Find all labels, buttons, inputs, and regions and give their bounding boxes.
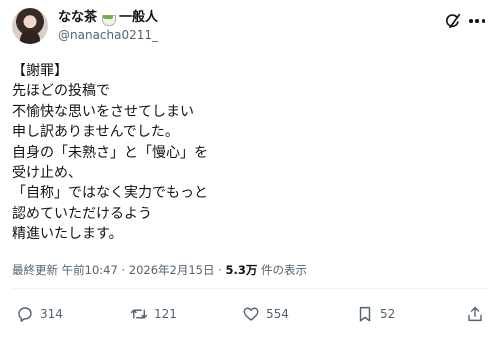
tweet-date[interactable]: 2026年2月15日	[129, 263, 215, 277]
avatar[interactable]	[12, 8, 48, 44]
grok-icon[interactable]	[444, 12, 462, 30]
tweet-line: 【謝罪】	[12, 63, 68, 79]
tweet-line: 不愉快な思いをさせてしまい	[12, 103, 194, 120]
repost-icon	[130, 309, 148, 319]
bookmark-button[interactable]: 52	[356, 305, 395, 323]
tweet-line: 自身の「未熟さ」と「慢心」を	[12, 144, 208, 161]
tweet-line: 申し訳ありませんでした。	[12, 124, 179, 141]
tweet-time[interactable]: 午前10:47	[62, 263, 118, 277]
display-name-suffix: 一般人	[119, 10, 159, 25]
share-icon	[468, 306, 482, 322]
action-bar: 314 121 554 52	[16, 305, 484, 325]
author-info: なな茶 一般人 @nanacha0211_	[58, 9, 158, 43]
views-label: 件の表示	[261, 263, 307, 277]
green-tea-icon	[101, 12, 117, 26]
edited-label: 最終更新	[12, 263, 58, 277]
display-name-text: なな茶	[58, 10, 98, 25]
reply-count: 314	[40, 307, 63, 321]
views-count: 5.3万	[225, 263, 258, 277]
more-icon[interactable]	[468, 12, 486, 30]
repost-button[interactable]: 121	[130, 305, 177, 323]
handle[interactable]: @nanacha0211_	[58, 27, 158, 43]
bookmark-icon	[359, 306, 371, 322]
repost-count: 121	[154, 307, 177, 321]
tweet-header: なな茶 一般人 @nanacha0211_	[12, 8, 488, 48]
tweet-line: 認めていただけるよう	[12, 205, 152, 222]
like-count: 554	[266, 307, 289, 321]
tweet-line: 精進いたします。	[12, 226, 123, 243]
tweet-line: 先ほどの投稿で	[12, 83, 110, 100]
tweet-meta: 最終更新 午前10:47 · 2026年2月15日 · 5.3万 件の表示	[12, 262, 307, 278]
reply-button[interactable]: 314	[16, 305, 63, 323]
tweet-text: 【謝罪】 先ほどの投稿で 不愉快な思いをさせてしまい 申し訳ありませんでした。 …	[12, 61, 482, 245]
bookmark-count: 52	[380, 307, 396, 321]
tweet-line: 「自称」ではなく実力でもっと	[12, 185, 208, 202]
meta-separator: ·	[121, 263, 126, 277]
share-button[interactable]	[466, 305, 484, 323]
like-button[interactable]: 554	[242, 305, 289, 323]
reply-icon	[18, 307, 32, 322]
like-icon	[243, 307, 259, 321]
display-name[interactable]: なな茶 一般人	[58, 9, 158, 26]
tweet-line: 受け止め、	[12, 165, 82, 182]
divider	[12, 288, 488, 289]
meta-separator: ·	[218, 263, 222, 277]
